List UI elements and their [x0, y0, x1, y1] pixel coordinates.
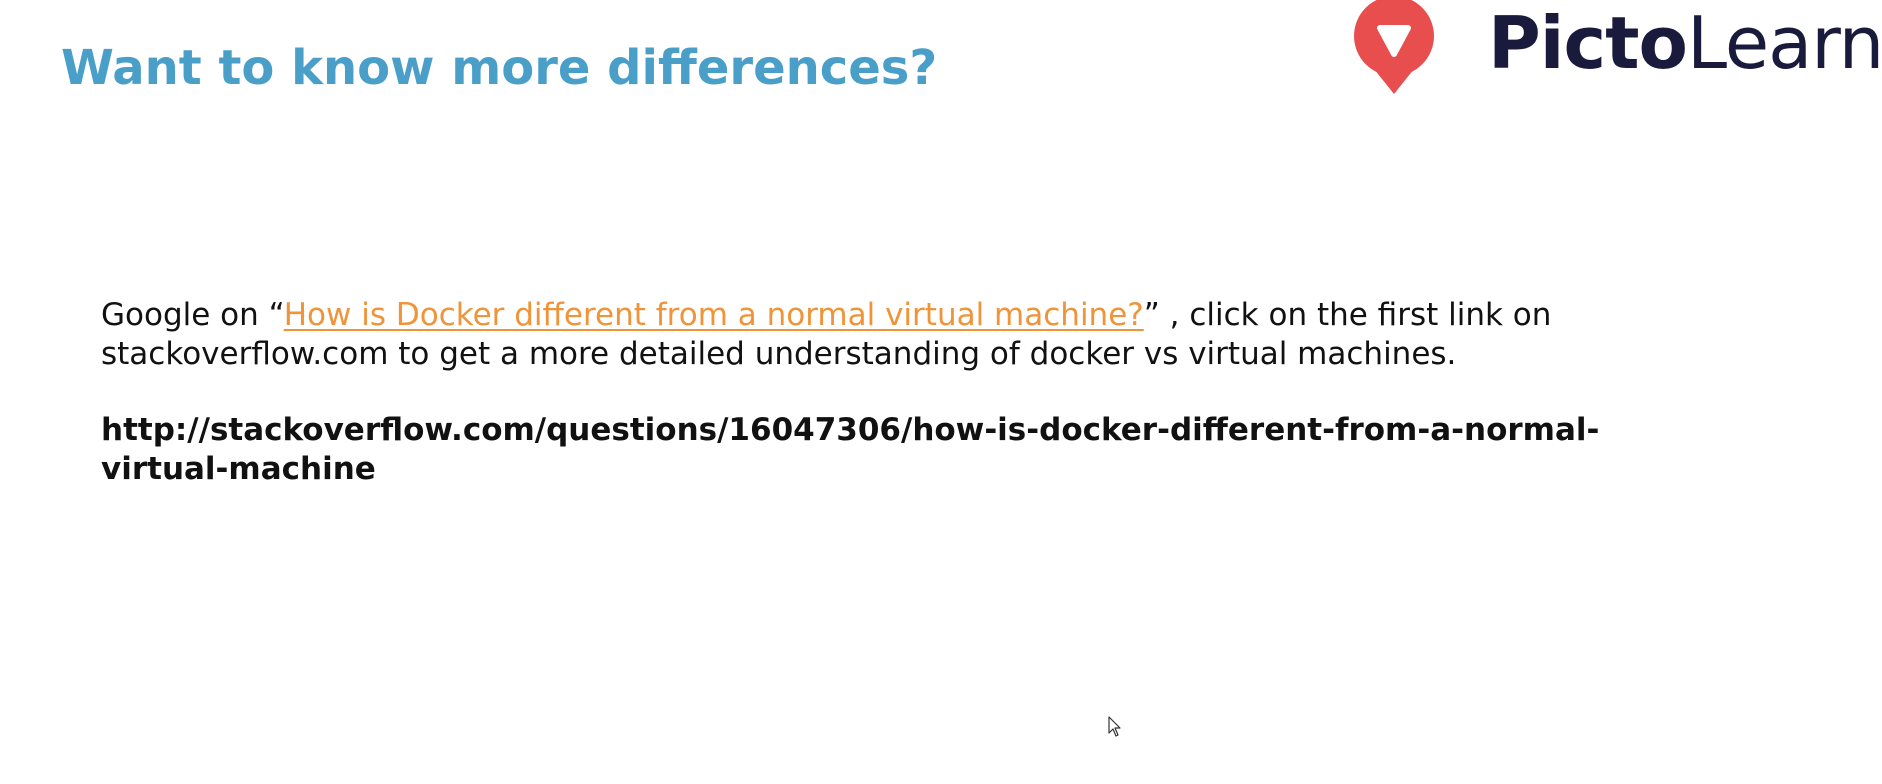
logo-text-bold: Picto [1488, 1, 1688, 85]
pictolearn-pin-logo-icon [1354, 0, 1434, 94]
instruction-prefix: Google on “ [101, 297, 284, 333]
instruction-paragraph: Google on “How is Docker different from … [101, 296, 1821, 374]
slide-title: Want to know more differences? [61, 40, 938, 96]
docker-vs-vm-link[interactable]: How is Docker different from a normal vi… [284, 297, 1144, 333]
stackoverflow-url: http://stackoverflow.com/questions/16047… [101, 411, 1821, 489]
logo-text-regular: Learn [1687, 1, 1882, 85]
pictolearn-logo: PictoLearn [1340, 0, 1882, 96]
logo-wordmark: PictoLearn [1488, 0, 1882, 88]
url-line-2: virtual-machine [101, 451, 376, 487]
url-line-1: http://stackoverflow.com/questions/16047… [101, 412, 1600, 448]
mouse-pointer-icon [1108, 716, 1121, 737]
